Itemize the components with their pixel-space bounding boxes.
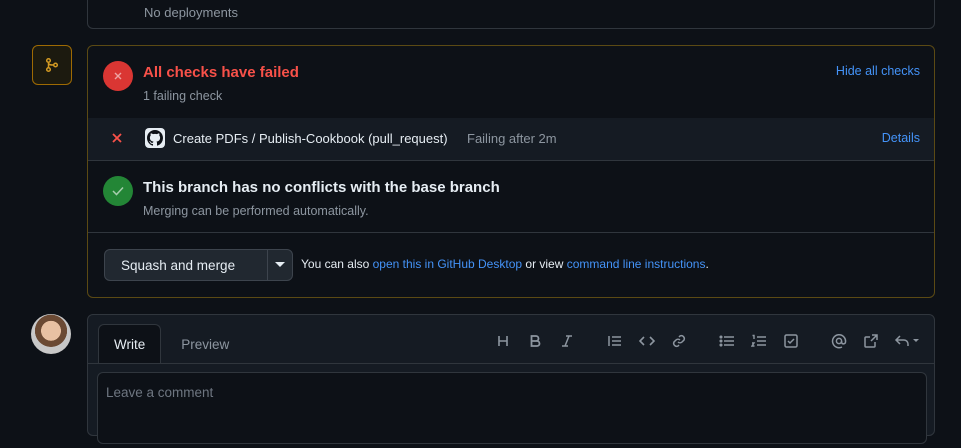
mention-icon[interactable] <box>829 331 849 351</box>
conflicts-summary: This branch has no conflicts with the ba… <box>88 161 934 233</box>
merge-status-box: All checks have failed 1 failing check H… <box>87 45 935 298</box>
also-middle: or view <box>525 257 564 271</box>
hide-all-checks-link[interactable]: Hide all checks <box>836 64 920 78</box>
github-logo-icon <box>145 128 165 148</box>
reference-icon[interactable] <box>861 331 881 351</box>
tab-preview[interactable]: Preview <box>161 324 249 364</box>
checks-subtitle: 1 failing check <box>143 89 223 103</box>
check-row: Create PDFs / Publish-Cookbook (pull_req… <box>88 118 934 161</box>
comment-input[interactable] <box>98 373 926 443</box>
task-list-icon[interactable] <box>781 331 801 351</box>
heading-icon[interactable] <box>493 331 513 351</box>
also-suffix: . <box>705 257 709 271</box>
checks-summary: All checks have failed 1 failing check H… <box>88 46 934 119</box>
bold-icon[interactable] <box>525 331 545 351</box>
check-status: Failing after 2m <box>467 131 557 146</box>
merge-actions: Squash and merge You can also open this … <box>88 233 934 297</box>
git-merge-icon <box>32 45 72 85</box>
checks-title: All checks have failed <box>143 64 299 81</box>
link-icon[interactable] <box>669 331 689 351</box>
open-in-desktop-link[interactable]: open this in GitHub Desktop <box>373 257 522 271</box>
check-name: Create PDFs / Publish-Cookbook (pull_req… <box>173 131 448 146</box>
command-line-instructions-link[interactable]: command line instructions <box>567 257 706 271</box>
tab-write[interactable]: Write <box>98 324 162 364</box>
checks-failed-icon <box>103 61 133 91</box>
caret-down-icon <box>275 262 285 267</box>
reply-icon[interactable] <box>893 331 923 351</box>
alternative-merge-text: You can also open this in GitHub Desktop… <box>301 257 709 271</box>
conflicts-subtitle: Merging can be performed automatically. <box>143 204 369 218</box>
comment-box: Write Preview <box>87 314 935 444</box>
quote-icon[interactable] <box>605 331 625 351</box>
ordered-list-icon[interactable] <box>749 331 769 351</box>
merge-method-dropdown[interactable] <box>268 250 292 280</box>
squash-and-merge-button[interactable]: Squash and merge <box>105 250 268 280</box>
also-prefix: You can also <box>301 257 370 271</box>
tab-divider <box>88 363 934 364</box>
check-details-link[interactable]: Details <box>882 131 920 145</box>
comment-textarea-wrapper <box>97 372 927 444</box>
deployments-box: No deployments <box>87 0 935 29</box>
check-circle-icon <box>103 176 133 206</box>
comment-tabs: Write Preview <box>98 324 249 364</box>
code-icon[interactable] <box>637 331 657 351</box>
x-icon <box>111 131 123 149</box>
deployments-text: No deployments <box>144 5 238 20</box>
avatar[interactable] <box>31 314 71 354</box>
italic-icon[interactable] <box>557 331 577 351</box>
merge-split-button: Squash and merge <box>104 249 293 281</box>
unordered-list-icon[interactable] <box>717 331 737 351</box>
conflicts-title: This branch has no conflicts with the ba… <box>143 179 500 196</box>
